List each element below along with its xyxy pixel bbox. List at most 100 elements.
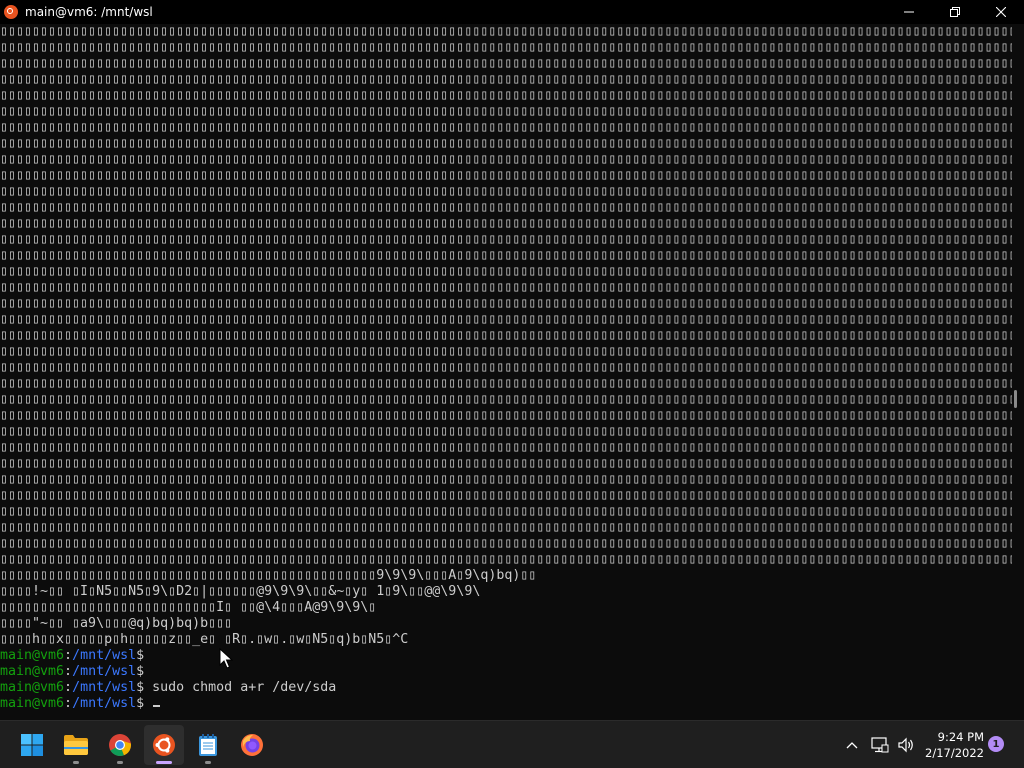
terminal-output-line: ▯▯▯▯▯▯▯▯▯▯▯▯▯▯▯▯▯▯▯▯▯▯▯▯▯▯▯▯▯▯▯▯▯▯▯▯▯▯▯▯… (0, 152, 1012, 167)
terminal-output-line: ▯▯▯▯▯▯▯▯▯▯▯▯▯▯▯▯▯▯▯▯▯▯▯▯▯▯▯▯▯▯▯▯▯▯▯▯▯▯▯▯… (0, 216, 1012, 231)
clock-date: 2/17/2022 (925, 746, 984, 760)
desktop: main@vm6: /mnt/wsl ▯▯▯▯▯▯▯▯▯▯▯▯▯▯▯▯▯▯▯▯▯… (0, 0, 1024, 768)
network-button[interactable] (868, 733, 892, 757)
terminal-output-line: ▯▯▯▯▯▯▯▯▯▯▯▯▯▯▯▯▯▯▯▯▯▯▯▯▯▯▯▯▯▯▯▯▯▯▯▯▯▯▯▯… (0, 376, 1012, 391)
terminal-output-line: ▯▯▯▯▯▯▯▯▯▯▯▯▯▯▯▯▯▯▯▯▯▯▯▯▯▯▯▯▯▯▯▯▯▯▯▯▯▯▯▯… (0, 56, 1012, 71)
terminal-prompt-line: main@vm6:/mnt/wsl$ (0, 696, 1012, 712)
prompt-path: /mnt/wsl (72, 664, 137, 679)
terminal-output[interactable]: ▯▯▯▯▯▯▯▯▯▯▯▯▯▯▯▯▯▯▯▯▯▯▯▯▯▯▯▯▯▯▯▯▯▯▯▯▯▯▯▯… (0, 24, 1012, 720)
terminal-output-line: ▯▯▯▯▯▯▯▯▯▯▯▯▯▯▯▯▯▯▯▯▯▯▯▯▯▯▯▯▯▯▯▯▯▯▯▯▯▯▯▯… (0, 424, 1012, 439)
terminal-output-line: ▯▯▯▯▯▯▯▯▯▯▯▯▯▯▯▯▯▯▯▯▯▯▯▯▯▯▯▯▯▯▯▯▯▯▯▯▯▯▯▯… (0, 456, 1012, 471)
taskbar-firefox[interactable] (232, 725, 272, 765)
terminal-output-line: ▯▯▯▯▯▯▯▯▯▯▯▯▯▯▯▯▯▯▯▯▯▯▯▯▯▯▯▯▯▯▯▯▯▯▯▯▯▯▯▯… (0, 104, 1012, 119)
network-icon (871, 737, 889, 753)
running-indicator (205, 761, 211, 764)
terminal-output-line: ▯▯▯▯▯▯▯▯▯▯▯▯▯▯▯▯▯▯▯▯▯▯▯▯▯▯▯▯▯▯▯▯▯▯▯▯▯▯▯▯… (0, 440, 1012, 455)
prompt-user-host: main@vm6 (0, 664, 65, 679)
prompt-path: /mnt/wsl (72, 680, 137, 695)
taskbar-chrome[interactable] (100, 725, 140, 765)
prompt-separator: : (64, 696, 73, 711)
file-explorer-icon (64, 735, 88, 755)
taskbar-notepad[interactable] (188, 725, 228, 765)
prompt-separator: : (64, 680, 73, 695)
mouse-pointer-icon (219, 648, 233, 669)
running-indicator (117, 761, 123, 764)
prompt-path: /mnt/wsl (72, 648, 137, 663)
terminal-output-line: ▯▯▯▯▯▯▯▯▯▯▯▯▯▯▯▯▯▯▯▯▯▯▯▯▯▯▯▯▯▯▯▯▯▯▯▯▯▯▯▯… (0, 136, 1012, 151)
ubuntu-icon (153, 734, 175, 756)
minimize-button[interactable] (886, 0, 932, 24)
chevron-up-icon (846, 742, 858, 749)
cursor-gap (144, 696, 152, 711)
terminal-output-line: ▯▯▯▯▯▯▯▯▯▯▯▯▯▯▯▯▯▯▯▯▯▯▯▯▯▯▯▯▯▯▯▯▯▯▯▯▯▯▯▯… (0, 552, 1012, 567)
active-indicator (156, 761, 172, 764)
terminal-output-line: ▯▯▯▯▯▯▯▯▯▯▯▯▯▯▯▯▯▯▯▯▯▯▯▯▯▯▯I▯ ▯▯@\4▯▯▯A@… (0, 600, 377, 615)
windows-start-icon (21, 734, 43, 756)
terminal-output-line: ▯▯▯▯!~▯▯ ▯I▯N5▯▯N5▯9\▯D2▯|▯▯▯▯▯▯@9\9\9\▯… (0, 584, 481, 599)
terminal-output-line: ▯▯▯▯▯▯▯▯▯▯▯▯▯▯▯▯▯▯▯▯▯▯▯▯▯▯▯▯▯▯▯▯▯▯▯▯▯▯▯▯… (0, 392, 1012, 407)
window-controls (886, 0, 1024, 24)
terminal-output-line: ▯▯▯▯▯▯▯▯▯▯▯▯▯▯▯▯▯▯▯▯▯▯▯▯▯▯▯▯▯▯▯▯▯▯▯▯▯▯▯▯… (0, 72, 1012, 87)
command-text: sudo chmod a+r /dev/sda (144, 680, 337, 695)
terminal-output-line: ▯▯▯▯▯▯▯▯▯▯▯▯▯▯▯▯▯▯▯▯▯▯▯▯▯▯▯▯▯▯▯▯▯▯▯▯▯▯▯▯… (0, 168, 1012, 183)
terminal-output-line: ▯▯▯▯▯▯▯▯▯▯▯▯▯▯▯▯▯▯▯▯▯▯▯▯▯▯▯▯▯▯▯▯▯▯▯▯▯▯▯▯… (0, 184, 1012, 199)
terminal-scrollbar[interactable] (1014, 390, 1017, 408)
terminal-output-line: ▯▯▯▯▯▯▯▯▯▯▯▯▯▯▯▯▯▯▯▯▯▯▯▯▯▯▯▯▯▯▯▯▯▯▯▯▯▯▯▯… (0, 264, 1012, 279)
terminal-output-line: ▯▯▯▯▯▯▯▯▯▯▯▯▯▯▯▯▯▯▯▯▯▯▯▯▯▯▯▯▯▯▯▯▯▯▯▯▯▯▯▯… (0, 472, 1012, 487)
restore-icon (950, 7, 960, 17)
prompt-symbol: $ (136, 664, 145, 679)
terminal-output-line: ▯▯▯▯▯▯▯▯▯▯▯▯▯▯▯▯▯▯▯▯▯▯▯▯▯▯▯▯▯▯▯▯▯▯▯▯▯▯▯▯… (0, 232, 1012, 247)
terminal-cursor (153, 705, 161, 707)
terminal-output-line: ▯▯▯▯▯▯▯▯▯▯▯▯▯▯▯▯▯▯▯▯▯▯▯▯▯▯▯▯▯▯▯▯▯▯▯▯▯▯▯▯… (0, 200, 1012, 215)
close-icon (996, 7, 1006, 17)
prompt-user-host: main@vm6 (0, 680, 65, 695)
prompt-separator: : (64, 648, 73, 663)
taskbar-file-explorer[interactable] (56, 725, 96, 765)
notification-badge[interactable]: 1 (988, 736, 1004, 752)
terminal-output-line: ▯▯▯▯▯▯▯▯▯▯▯▯▯▯▯▯▯▯▯▯▯▯▯▯▯▯▯▯▯▯▯▯▯▯▯▯▯▯▯▯… (0, 344, 1012, 359)
terminal-prompt-line: main@vm6:/mnt/wsl$ sudo chmod a+r /dev/s… (0, 680, 1012, 696)
firefox-icon (241, 734, 263, 756)
system-tray (840, 721, 918, 768)
terminal-output-line: ▯▯▯▯▯▯▯▯▯▯▯▯▯▯▯▯▯▯▯▯▯▯▯▯▯▯▯▯▯▯▯▯▯▯▯▯▯▯▯▯… (0, 248, 1012, 263)
close-button[interactable] (978, 0, 1024, 24)
window-titlebar[interactable]: main@vm6: /mnt/wsl (0, 0, 1024, 24)
prompt-symbol: $ (136, 680, 145, 695)
prompt-separator: : (64, 664, 73, 679)
restore-button[interactable] (932, 0, 978, 24)
chrome-icon (109, 734, 132, 757)
terminal-output-line: ▯▯▯▯▯▯▯▯▯▯▯▯▯▯▯▯▯▯▯▯▯▯▯▯▯▯▯▯▯▯▯▯▯▯▯▯▯▯▯▯… (0, 88, 1012, 103)
prompt-path: /mnt/wsl (72, 696, 137, 711)
prompt-symbol: $ (136, 648, 145, 663)
terminal-output-line: ▯▯▯▯▯▯▯▯▯▯▯▯▯▯▯▯▯▯▯▯▯▯▯▯▯▯▯▯▯▯▯▯▯▯▯▯▯▯▯▯… (0, 360, 1012, 375)
clock[interactable]: 9:24 PM 2/17/2022 (918, 729, 984, 761)
speaker-icon (898, 737, 913, 753)
terminal-output-line: ▯▯▯▯▯▯▯▯▯▯▯▯▯▯▯▯▯▯▯▯▯▯▯▯▯▯▯▯▯▯▯▯▯▯▯▯▯▯▯▯… (0, 488, 1012, 503)
show-hidden-icons-button[interactable] (840, 733, 864, 757)
taskbar-ubuntu[interactable] (144, 725, 184, 765)
minimize-icon (904, 11, 914, 13)
prompt-user-host: main@vm6 (0, 696, 65, 711)
prompt-user-host: main@vm6 (0, 648, 65, 663)
terminal-output-line: ▯▯▯▯"~▯▯ ▯a9\▯▯▯@q)bq)bq)b▯▯▯ (0, 616, 233, 631)
terminal-output-line: ▯▯▯▯▯▯▯▯▯▯▯▯▯▯▯▯▯▯▯▯▯▯▯▯▯▯▯▯▯▯▯▯▯▯▯▯▯▯▯▯… (0, 120, 1012, 135)
terminal-output-line: ▯▯▯▯▯▯▯▯▯▯▯▯▯▯▯▯▯▯▯▯▯▯▯▯▯▯▯▯▯▯▯▯▯▯▯▯▯▯▯▯… (0, 568, 537, 583)
terminal-output-line: ▯▯▯▯▯▯▯▯▯▯▯▯▯▯▯▯▯▯▯▯▯▯▯▯▯▯▯▯▯▯▯▯▯▯▯▯▯▯▯▯… (0, 280, 1012, 295)
terminal-prompt-line: main@vm6:/mnt/wsl$ (0, 648, 1012, 664)
terminal-output-line: ▯▯▯▯▯▯▯▯▯▯▯▯▯▯▯▯▯▯▯▯▯▯▯▯▯▯▯▯▯▯▯▯▯▯▯▯▯▯▯▯… (0, 408, 1012, 423)
start-button[interactable] (12, 725, 52, 765)
prompt-symbol: $ (136, 696, 145, 711)
notepad-icon (199, 734, 217, 756)
terminal-output-line: ▯▯▯▯▯▯▯▯▯▯▯▯▯▯▯▯▯▯▯▯▯▯▯▯▯▯▯▯▯▯▯▯▯▯▯▯▯▯▯▯… (0, 312, 1012, 327)
terminal-output-line: ▯▯▯▯▯▯▯▯▯▯▯▯▯▯▯▯▯▯▯▯▯▯▯▯▯▯▯▯▯▯▯▯▯▯▯▯▯▯▯▯… (0, 40, 1012, 55)
taskbar: 9:24 PM 2/17/2022 (0, 720, 1024, 768)
terminal-output-line: ▯▯▯▯▯▯▯▯▯▯▯▯▯▯▯▯▯▯▯▯▯▯▯▯▯▯▯▯▯▯▯▯▯▯▯▯▯▯▯▯… (0, 536, 1012, 551)
window-title: main@vm6: /mnt/wsl (25, 5, 153, 19)
terminal-output-line: ▯▯▯▯▯▯▯▯▯▯▯▯▯▯▯▯▯▯▯▯▯▯▯▯▯▯▯▯▯▯▯▯▯▯▯▯▯▯▯▯… (0, 520, 1012, 535)
volume-button[interactable] (894, 733, 918, 757)
terminal-output-line: ▯▯▯▯▯▯▯▯▯▯▯▯▯▯▯▯▯▯▯▯▯▯▯▯▯▯▯▯▯▯▯▯▯▯▯▯▯▯▯▯… (0, 296, 1012, 311)
terminal-output-line: ▯▯▯▯▯▯▯▯▯▯▯▯▯▯▯▯▯▯▯▯▯▯▯▯▯▯▯▯▯▯▯▯▯▯▯▯▯▯▯▯… (0, 328, 1012, 343)
terminal-output-line: ▯▯▯▯h▯▯x▯▯▯▯▯p▯h▯▯▯▯▯z▯▯_e▯ ▯R▯.▯w▯.▯w▯N… (0, 632, 409, 647)
clock-time: 9:24 PM (937, 730, 984, 744)
ubuntu-icon (4, 5, 18, 19)
